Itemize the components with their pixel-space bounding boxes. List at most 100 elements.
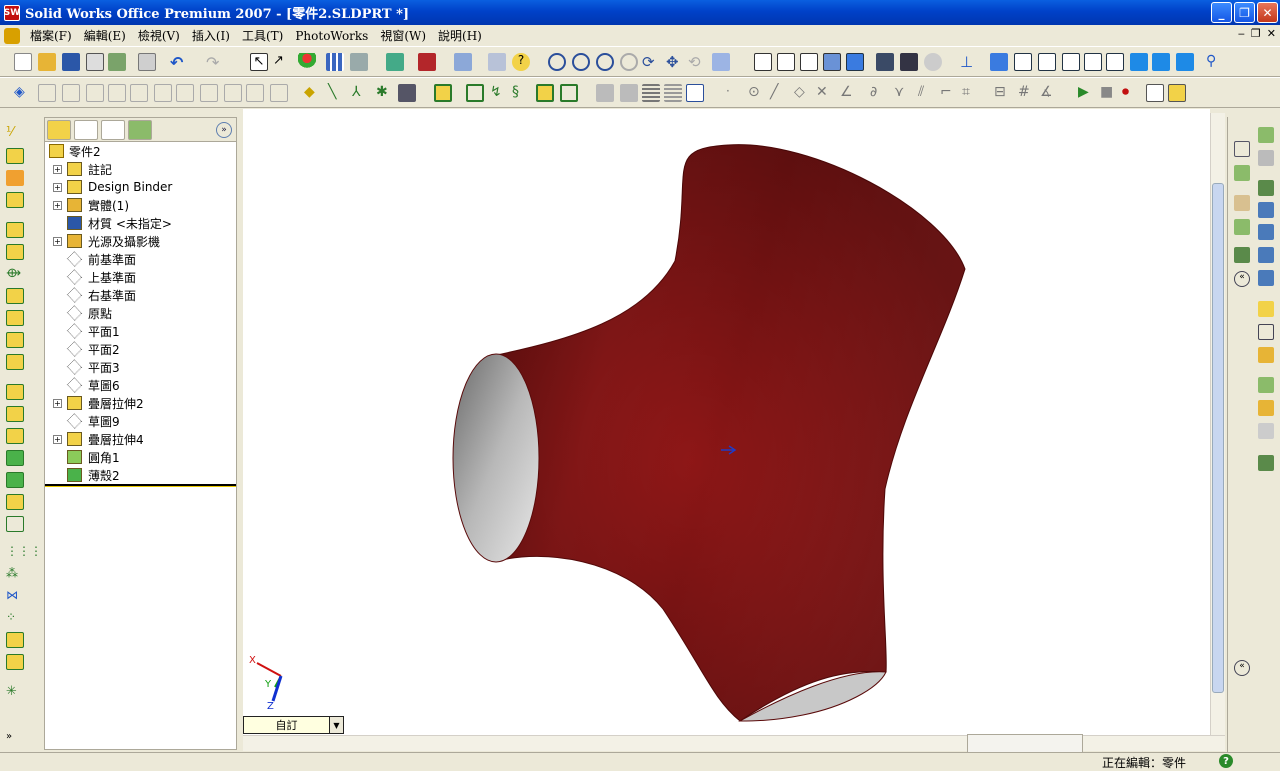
section-view-icon[interactable] [900, 53, 918, 71]
photo-icon[interactable] [1258, 455, 1274, 471]
scenes-icon[interactable] [1258, 150, 1274, 166]
macro-edit-icon[interactable] [1168, 84, 1186, 102]
hidden-lines-removed-icon[interactable] [800, 53, 818, 71]
lofted-cut-icon[interactable] [6, 310, 24, 326]
tree-item[interactable]: 材質 <未指定> [45, 214, 236, 232]
reference-geometry-icon[interactable]: ✳ [6, 684, 24, 700]
draft-icon[interactable] [6, 428, 24, 444]
move-entities-icon[interactable] [620, 84, 638, 102]
lighting-icon[interactable] [1258, 324, 1274, 340]
doc-restore-button[interactable]: ❐ [1251, 27, 1261, 40]
tree-item[interactable]: + 疊層拉伸2 [45, 394, 236, 412]
macro-new-icon[interactable] [1146, 84, 1164, 102]
table-pattern-icon[interactable] [6, 654, 24, 670]
sketch-picture-icon[interactable] [398, 84, 416, 102]
angle-icon[interactable]: ∡ [1040, 84, 1058, 102]
expand-toggle-icon[interactable]: + [53, 164, 62, 174]
revolved-boss-icon[interactable] [6, 170, 24, 186]
mirror-feature-icon[interactable]: ⋈ [6, 588, 24, 604]
doc-close-button[interactable]: ✕ [1267, 27, 1276, 40]
material-editor-icon[interactable] [1258, 377, 1274, 393]
tree-item[interactable]: + Design Binder [45, 178, 236, 196]
tree-item[interactable]: 圓角1 [45, 448, 236, 466]
help-question-icon[interactable]: ? [512, 53, 530, 71]
vertical-scrollbar[interactable] [1210, 113, 1225, 735]
open-folder-icon[interactable] [38, 53, 56, 71]
extend-icon[interactable]: ∠ [840, 84, 858, 102]
tree-item[interactable]: 前基準面 [45, 250, 236, 268]
ordinate-dimension-icon[interactable] [108, 84, 126, 102]
feature-tree-tab[interactable] [47, 120, 71, 140]
zoom-selection-icon[interactable] [620, 53, 638, 71]
bottom-view-icon[interactable] [1106, 53, 1124, 71]
minimize-button[interactable]: _ [1211, 2, 1232, 23]
more-tools-chevron-icon[interactable]: » [6, 731, 24, 747]
menu-insert[interactable]: 插入(I) [186, 27, 236, 44]
convert-entities-icon[interactable]: ↯ [490, 84, 508, 102]
linear-pattern-icon[interactable] [642, 84, 660, 102]
vertical-dimension-icon[interactable] [62, 84, 80, 102]
design-library-icon[interactable] [1234, 165, 1250, 181]
document-menu-icon[interactable] [4, 27, 20, 44]
offset-icon[interactable]: ⫽ [918, 84, 936, 102]
tree-item[interactable]: + 註記 [45, 160, 236, 178]
expand-panel-icon[interactable]: » [216, 122, 232, 138]
polygon-icon[interactable]: ◇ [794, 84, 812, 102]
expand-toggle-icon[interactable]: + [53, 236, 62, 246]
grid-icon[interactable] [326, 53, 344, 71]
traffic-light-rebuild-icon[interactable] [298, 53, 316, 71]
hidden-lines-visible-icon[interactable] [777, 53, 795, 71]
arc-icon[interactable]: ╱ [770, 84, 788, 102]
macro-stop-icon[interactable]: ■ [1100, 84, 1118, 102]
auto-relation-icon[interactable] [200, 84, 218, 102]
tree-item[interactable]: 薄殼2 [45, 466, 236, 484]
texture-icon[interactable] [1258, 400, 1274, 416]
tree-item[interactable]: 草圖9 [45, 412, 236, 430]
3d-sketch-icon[interactable] [466, 84, 484, 102]
properties-icon[interactable] [488, 53, 506, 71]
new-document-icon[interactable] [14, 53, 32, 71]
rotate-view-icon[interactable]: ⟳ [642, 53, 660, 71]
tree-item[interactable]: 原點 [45, 304, 236, 322]
collapse-taskpane-icon[interactable]: « [1234, 271, 1250, 287]
swept-boss-icon[interactable] [6, 192, 24, 208]
trim-entities-icon[interactable] [536, 84, 554, 102]
expand-taskpane-icon[interactable]: « [1234, 660, 1250, 676]
menu-tools[interactable]: 工具(T) [236, 27, 289, 44]
grid-settings-icon[interactable]: # [1018, 84, 1036, 102]
help-icon[interactable]: ? [1219, 754, 1233, 768]
tree-item[interactable]: + 光源及攝影機 [45, 232, 236, 250]
tree-item[interactable]: + 疊層拉伸4 [45, 430, 236, 448]
wireframe-icon[interactable] [754, 53, 772, 71]
view-orientation-dropdown[interactable]: 自訂 ▼ [243, 716, 344, 734]
expand-toggle-icon[interactable]: + [53, 398, 62, 408]
menu-file[interactable]: 檔案(F) [24, 27, 78, 44]
rollback-bar[interactable] [45, 484, 236, 487]
options-render-icon[interactable] [1258, 247, 1274, 263]
graphics-area[interactable]: X Y Z [243, 109, 1210, 735]
tree-root[interactable]: 零件2 [45, 142, 236, 160]
preview-window-icon[interactable] [1258, 202, 1274, 218]
sketch-tools-icon[interactable] [350, 53, 368, 71]
shell-tool-icon[interactable] [6, 406, 24, 422]
doc-minimize-button[interactable]: ‒ [1238, 27, 1245, 40]
decal-icon[interactable] [1258, 301, 1274, 317]
rib-icon[interactable] [6, 384, 24, 400]
normal-to-icon[interactable]: ⊥ [960, 53, 978, 71]
trim-icon[interactable]: ✕ [816, 84, 834, 102]
modify-sketch-icon[interactable] [596, 84, 614, 102]
extruded-boss-icon[interactable] [6, 148, 24, 164]
sketch-pattern-icon[interactable] [6, 632, 24, 648]
roll-view-icon[interactable]: ⟲ [688, 53, 706, 71]
swept-cut-icon[interactable] [6, 288, 24, 304]
fillet-sketch-icon[interactable]: ∂ [870, 84, 888, 102]
tree-item[interactable]: 右基準面 [45, 286, 236, 304]
expand-toggle-icon[interactable]: + [53, 434, 62, 444]
vertical-scroll-thumb[interactable] [1212, 183, 1224, 693]
isometric-view-icon[interactable] [1130, 53, 1148, 71]
top-view-icon[interactable] [1084, 53, 1102, 71]
chamfer-dimension-icon[interactable] [154, 84, 172, 102]
render-icon[interactable] [1258, 180, 1274, 196]
baseline-dimension-icon[interactable] [86, 84, 104, 102]
sketch-point-icon[interactable]: · [726, 84, 744, 102]
